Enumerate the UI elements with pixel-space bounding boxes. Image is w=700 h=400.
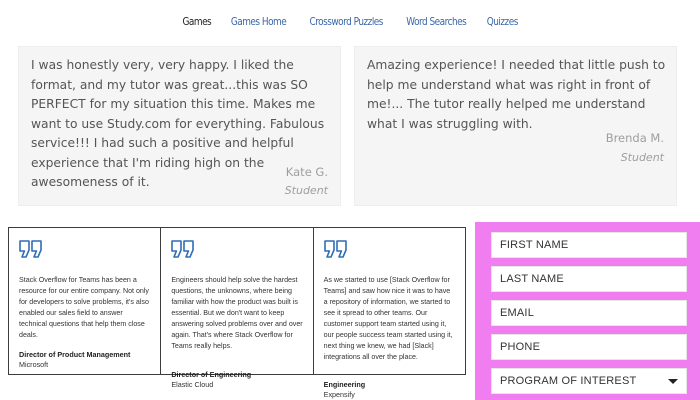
student-testimonials: I was honestly very, very happy. I liked… xyxy=(0,42,700,222)
program-of-interest-select[interactable]: PROGRAM OF INTEREST xyxy=(491,368,687,394)
games-nav: Games Games Home Crossword Puzzles Word … xyxy=(0,0,700,42)
nav-item-crossword-puzzles[interactable]: Crossword Puzzles xyxy=(309,16,383,28)
testimonial-quote: Amazing experience! I needed that little… xyxy=(367,58,666,131)
so-author-org: Microsoft xyxy=(19,360,49,369)
nav-item-word-searches[interactable]: Word Searches xyxy=(406,16,466,28)
so-author-org: Elastic Cloud xyxy=(171,380,214,389)
last-name-field[interactable] xyxy=(491,266,687,292)
nav-item-games-home[interactable]: Games Home xyxy=(230,16,286,28)
stack-overflow-testimonials: Stack Overflow for Teams has been a reso… xyxy=(8,227,466,399)
so-testimonial: As we started to use [Stack Overflow for… xyxy=(314,228,465,399)
quote-icon xyxy=(171,240,195,258)
so-testimonial-text: Stack Overflow for Teams has been a reso… xyxy=(19,276,149,339)
email-field[interactable] xyxy=(491,300,687,326)
so-testimonial-text: As we started to use [Stack Overflow for… xyxy=(323,276,453,361)
so-author-title: Engineering xyxy=(323,380,366,389)
so-testimonial: Engineers should help solve the hardest … xyxy=(161,228,314,389)
so-author-org: Expensify xyxy=(323,390,355,399)
nav-item-quizzes[interactable]: Quizzes xyxy=(486,16,518,28)
so-author-title: Director of Product Management xyxy=(19,350,131,359)
so-author-title: Director of Engineering xyxy=(171,370,252,379)
testimonial-role: Student xyxy=(284,184,328,197)
testimonial-name: Kate G. xyxy=(285,165,328,179)
quote-icon xyxy=(323,240,347,258)
first-name-field[interactable] xyxy=(491,232,687,258)
testimonial-role: Student xyxy=(620,151,664,164)
last-name-input[interactable] xyxy=(500,273,678,285)
lead-form: PROGRAM OF INTEREST xyxy=(475,222,700,400)
quote-icon xyxy=(19,240,42,258)
testimonial-card: Amazing experience! I needed that little… xyxy=(354,46,677,206)
testimonial-card: I was honestly very, very happy. I liked… xyxy=(18,46,341,206)
chevron-down-icon[interactable] xyxy=(668,378,678,384)
testimonial-name: Brenda M. xyxy=(605,131,664,145)
program-select-label: PROGRAM OF INTEREST xyxy=(500,375,637,387)
phone-input[interactable] xyxy=(500,341,678,353)
nav-item-games[interactable]: Games xyxy=(182,16,211,28)
so-testimonial-text: Engineers should help solve the hardest … xyxy=(171,276,303,350)
first-name-input[interactable] xyxy=(500,239,678,251)
email-input[interactable] xyxy=(500,307,678,319)
phone-field[interactable] xyxy=(491,334,687,360)
so-testimonial: Stack Overflow for Teams has been a reso… xyxy=(9,228,162,374)
